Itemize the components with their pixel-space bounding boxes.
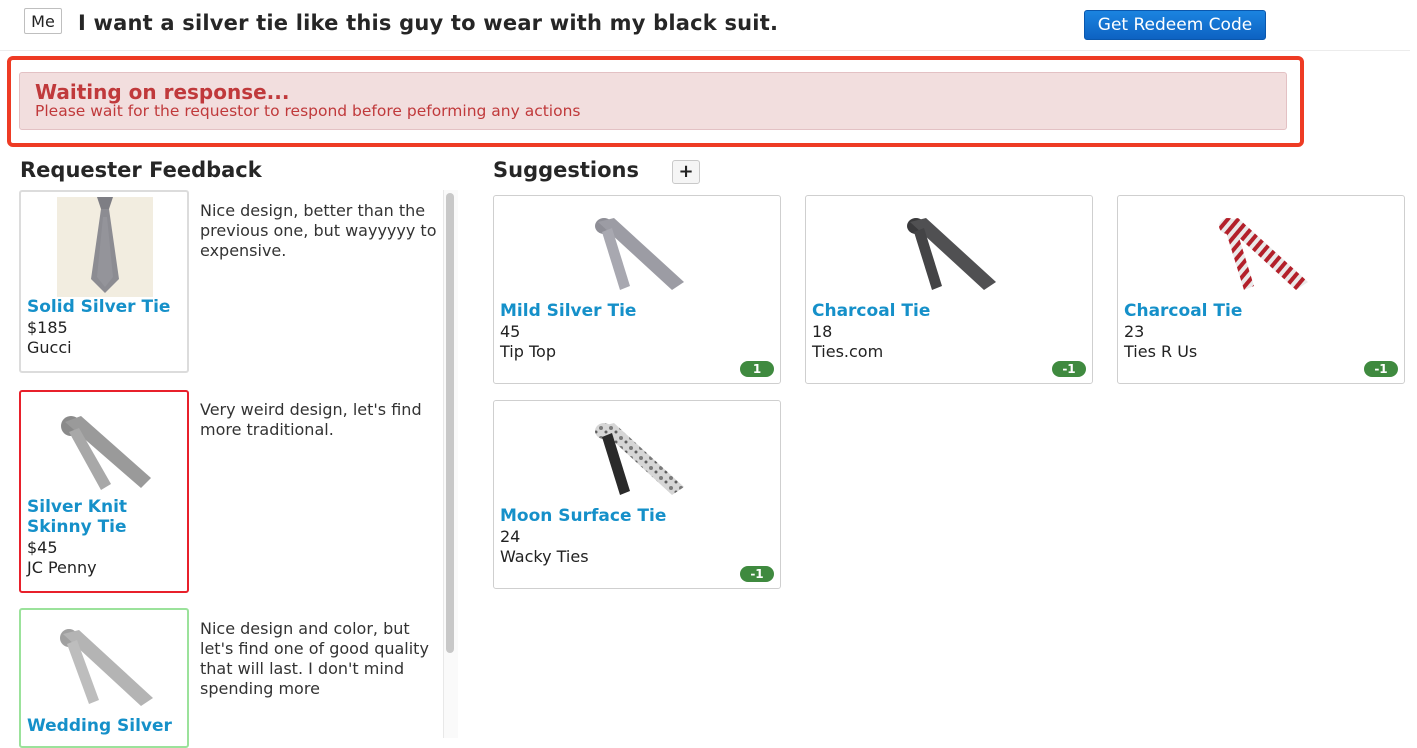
tie-photo — [588, 415, 688, 501]
suggestion-name[interactable]: Charcoal Tie — [1124, 301, 1242, 321]
tie-photo — [1212, 210, 1312, 296]
vote-badge: -1 — [740, 566, 774, 582]
feedback-card-liked[interactable]: Wedding Silver — [19, 608, 189, 748]
suggestion-name[interactable]: Mild Silver Tie — [500, 301, 636, 321]
add-suggestion-button[interactable]: + — [672, 160, 700, 184]
requester-avatar-label: Me — [24, 8, 62, 34]
header-divider — [0, 50, 1410, 51]
request-text: I want a silver tie like this guy to wea… — [78, 11, 779, 35]
suggestion-price: 18 — [812, 322, 833, 341]
feedback-item-price: $45 — [27, 538, 58, 557]
feedback-item-store: Gucci — [27, 338, 72, 357]
vote-badge: -1 — [1052, 361, 1086, 377]
feedback-card-rejected[interactable]: Silver Knit Skinny Tie $45 JC Penny — [19, 390, 189, 593]
suggestion-name[interactable]: Charcoal Tie — [812, 301, 930, 321]
feedback-item-store: JC Penny — [27, 558, 97, 577]
suggestion-name[interactable]: Moon Surface Tie — [500, 506, 666, 526]
vote-badge: -1 — [1364, 361, 1398, 377]
feedback-item-price: $185 — [27, 318, 68, 337]
get-redeem-code-button[interactable]: Get Redeem Code — [1084, 10, 1266, 40]
tie-photo — [900, 210, 1000, 296]
feedback-item-name[interactable]: Wedding Silver — [27, 716, 172, 736]
suggestion-price: 45 — [500, 322, 521, 341]
suggestion-card[interactable]: Moon Surface Tie 24 Wacky Ties -1 — [493, 400, 781, 589]
suggestion-store: Ties.com — [812, 342, 884, 361]
tie-photo — [51, 620, 161, 714]
suggestion-price: 23 — [1124, 322, 1145, 341]
feedback-comment: Nice design and color, but let's find on… — [200, 619, 429, 698]
feedback-card[interactable]: Solid Silver Tie $185 Gucci — [19, 190, 189, 373]
feedback-comment: Nice design, better than the previous on… — [200, 201, 437, 260]
feedback-scrollbar-thumb[interactable] — [446, 193, 454, 653]
suggestions-heading: Suggestions — [493, 158, 639, 182]
suggestion-card[interactable]: Charcoal Tie 23 Ties R Us -1 — [1117, 195, 1405, 384]
feedback-comment: Very weird design, let's find more tradi… — [200, 400, 422, 439]
suggestion-store: Tip Top — [500, 342, 556, 361]
feedback-item-name[interactable]: Solid Silver Tie — [27, 297, 170, 317]
tie-photo — [588, 210, 688, 296]
suggestion-price: 24 — [500, 527, 521, 546]
alert-message: Please wait for the requestor to respond… — [35, 102, 581, 120]
feedback-heading: Requester Feedback — [20, 158, 262, 182]
tie-photo — [51, 404, 161, 498]
alert-title: Waiting on response... — [35, 80, 290, 104]
suggestion-store: Wacky Ties — [500, 547, 589, 566]
feedback-item-name-line1[interactable]: Silver Knit — [27, 497, 127, 517]
vote-badge: 1 — [740, 361, 774, 377]
suggestion-card[interactable]: Charcoal Tie 18 Ties.com -1 — [805, 195, 1093, 384]
feedback-item-name-line2[interactable]: Skinny Tie — [27, 517, 127, 537]
suggestion-store: Ties R Us — [1124, 342, 1198, 361]
suggestion-card[interactable]: Mild Silver Tie 45 Tip Top 1 — [493, 195, 781, 384]
tie-photo — [57, 197, 153, 297]
